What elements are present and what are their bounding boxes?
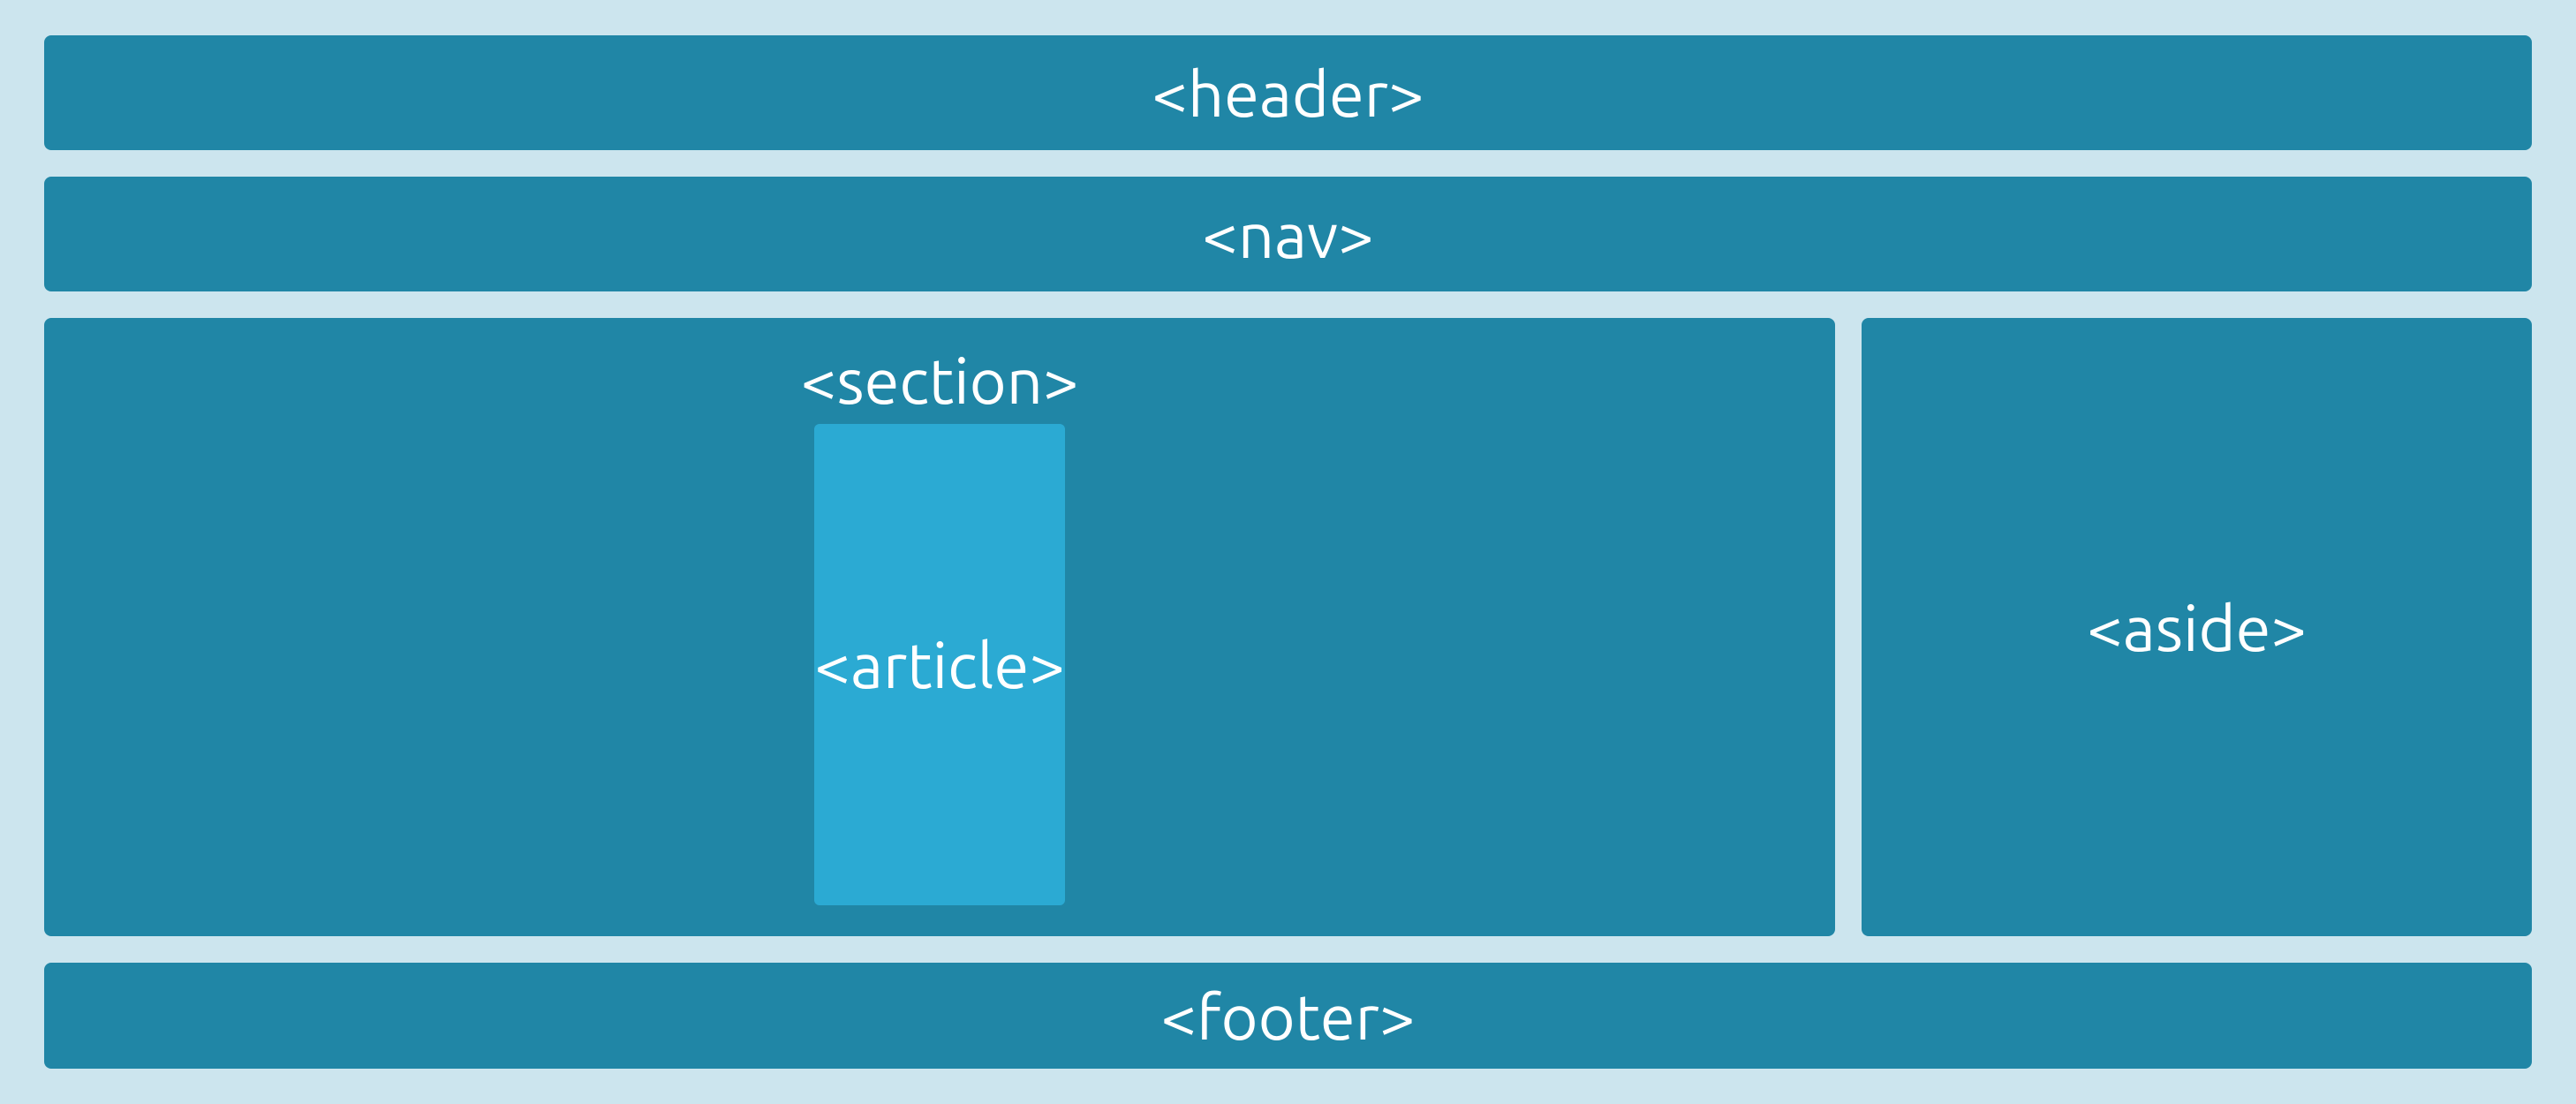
article-label: <article> bbox=[814, 629, 1064, 700]
aside-element-box: <aside> bbox=[1862, 318, 2532, 936]
nav-label: <nav> bbox=[1202, 199, 1373, 270]
section-element-box: <section> <article> bbox=[44, 318, 1835, 936]
nav-element-box: <nav> bbox=[44, 177, 2532, 291]
footer-element-box: <footer> bbox=[44, 963, 2532, 1069]
article-element-box: <article> bbox=[814, 424, 1064, 905]
header-element-box: <header> bbox=[44, 35, 2532, 150]
header-label: <header> bbox=[1152, 57, 1424, 129]
section-label: <section> bbox=[801, 344, 1079, 416]
aside-label: <aside> bbox=[2087, 592, 2307, 663]
section-label-wrapper: <section> bbox=[801, 336, 1079, 424]
middle-row: <section> <article> <aside> bbox=[44, 318, 2532, 936]
footer-label: <footer> bbox=[1160, 980, 1415, 1052]
